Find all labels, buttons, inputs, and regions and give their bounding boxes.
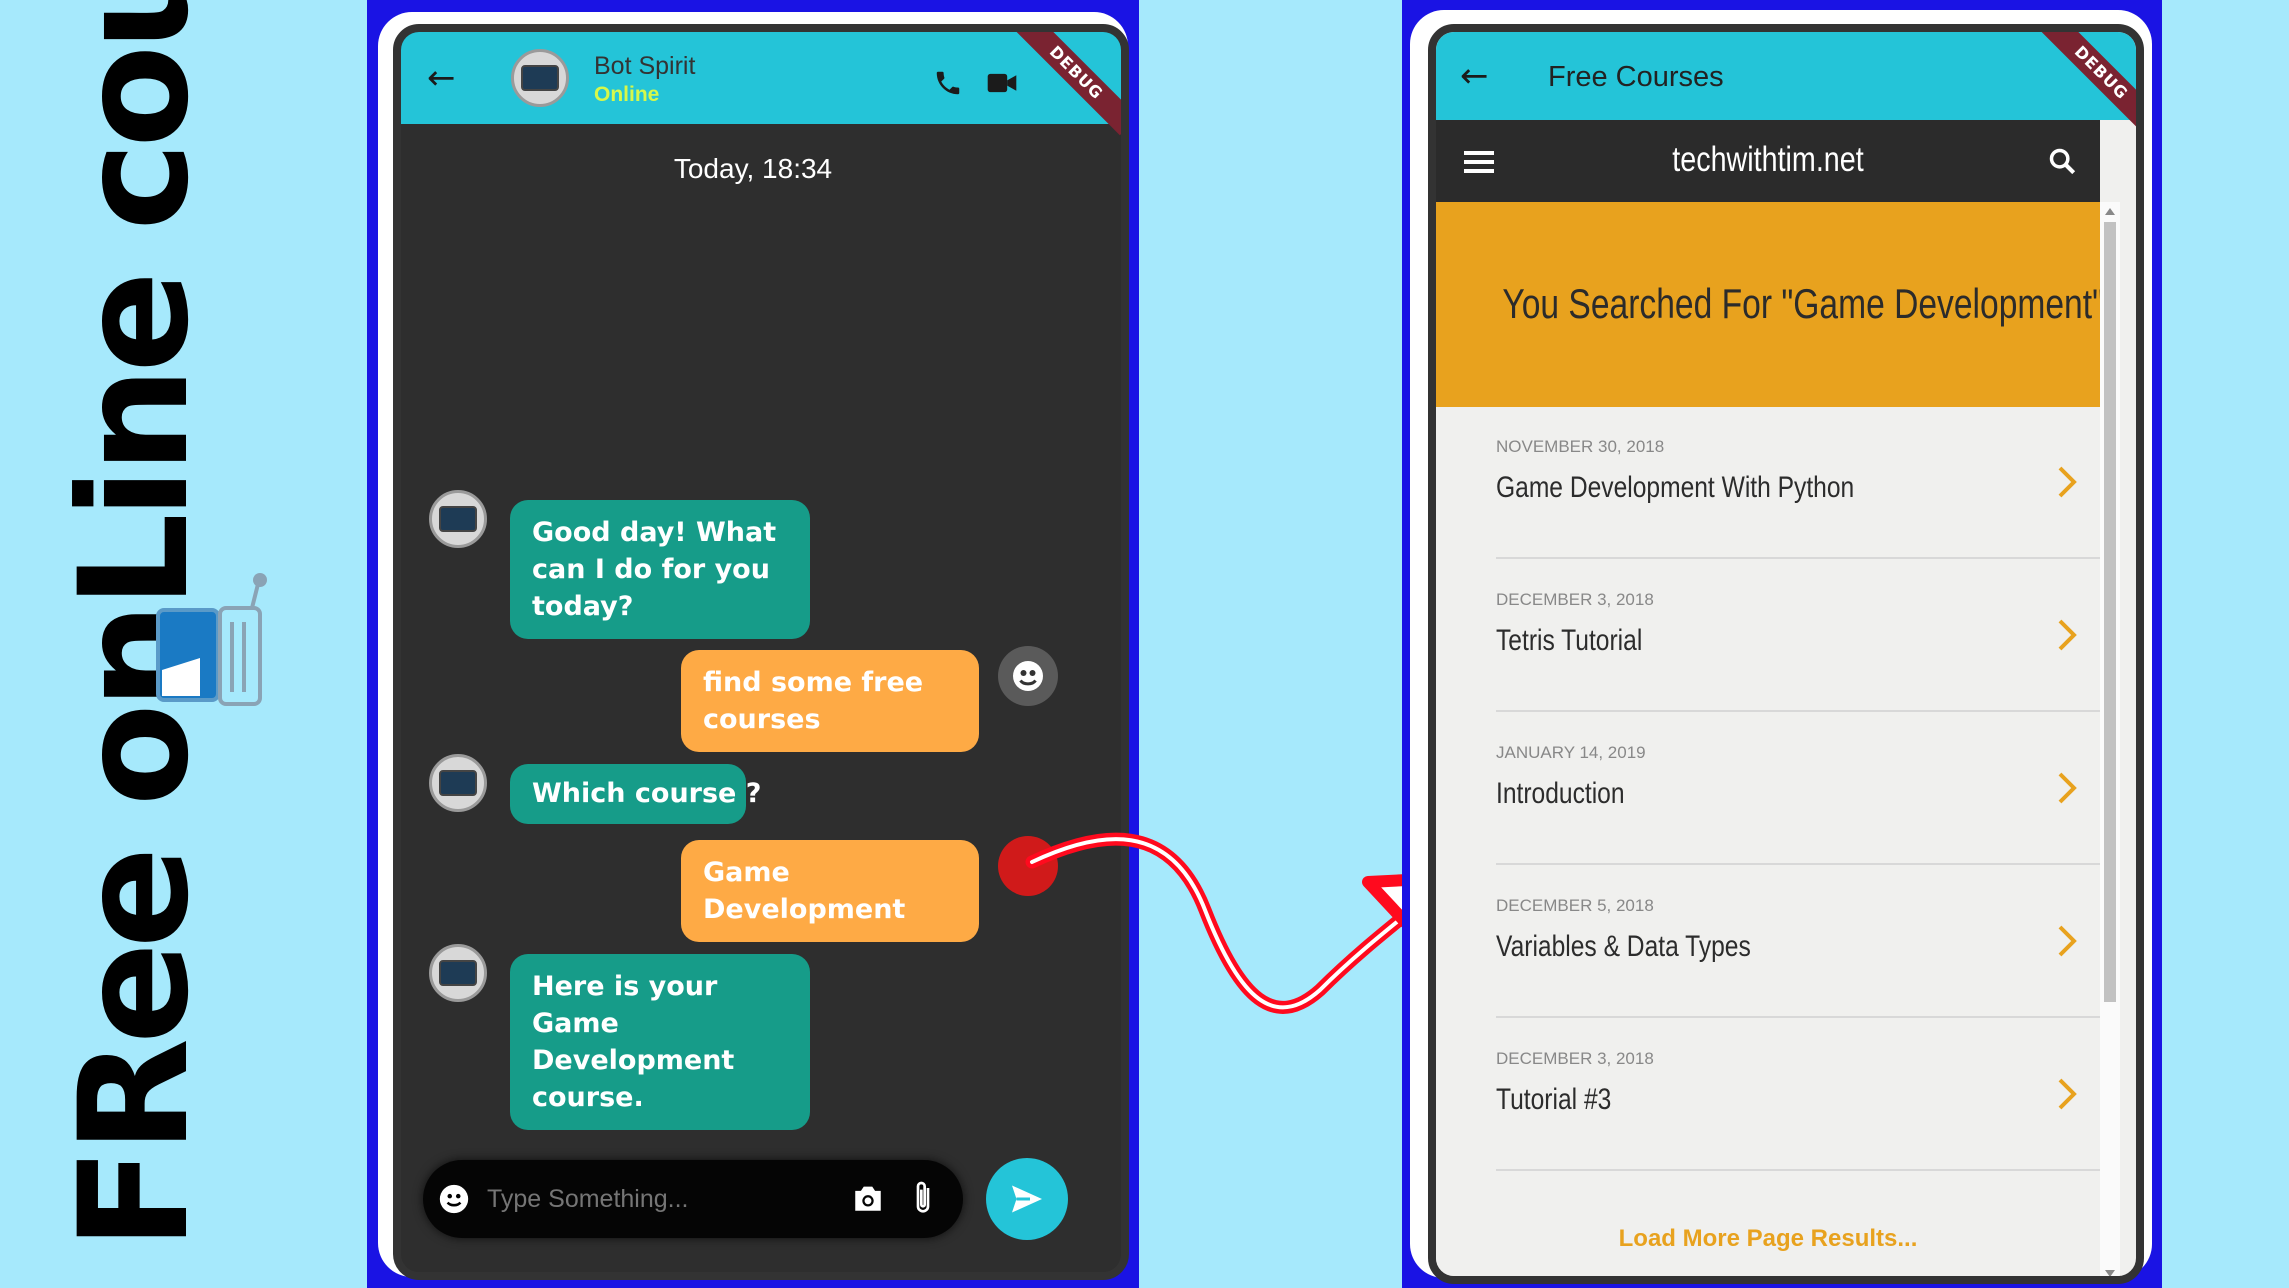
phone-call-icon[interactable]	[933, 68, 963, 98]
user-face-icon	[1013, 661, 1043, 691]
send-button[interactable]	[986, 1158, 1068, 1240]
result-title: Tutorial #3	[1496, 1083, 1612, 1116]
result-date: DECEMBER 5, 2018	[1496, 896, 1654, 915]
result-item[interactable]: JANUARY 14, 2019 Introduction	[1496, 713, 2100, 865]
result-date: DECEMBER 3, 2018	[1496, 1049, 1654, 1068]
bot-avatar	[429, 944, 487, 1002]
result-date: NOVEMBER 30, 2018	[1496, 437, 1665, 456]
result-title: Game Development With Python	[1496, 471, 1855, 504]
attachment-icon[interactable]	[911, 1178, 935, 1218]
chat-screen: ← Bot Spirit Online DEBUG Today, 18:34 G…	[393, 24, 1129, 1280]
chat-app-bar: ← Bot Spirit Online DEBUG	[401, 32, 1121, 136]
result-item[interactable]: DECEMBER 3, 2018 Tetris Tutorial	[1496, 560, 2100, 712]
hamburger-menu-icon[interactable]	[1464, 150, 1494, 174]
user-message: Game Development	[681, 840, 979, 942]
debug-banner: DEBUG	[1013, 32, 1121, 136]
site-navbar: techwithtim.net	[1436, 120, 2100, 202]
scrollbar-thumb[interactable]	[2104, 222, 2116, 1002]
results-list: NOVEMBER 30, 2018 Game Development With …	[1436, 407, 2100, 1276]
result-item[interactable]: DECEMBER 5, 2018 Variables & Data Types	[1496, 866, 2100, 1018]
result-title: Introduction	[1496, 777, 1625, 810]
message-input[interactable]	[485, 1178, 819, 1220]
connector-arrow	[1025, 832, 1454, 1014]
bot-avatar	[511, 49, 569, 107]
contact-name: Bot Spirit	[594, 52, 696, 80]
scroll-up-icon[interactable]	[2105, 208, 2115, 215]
user-avatar	[998, 646, 1058, 706]
site-name[interactable]: techwithtim.net	[1496, 140, 2040, 180]
bot-message: Which course ?	[510, 764, 761, 824]
result-title: Variables & Data Types	[1496, 930, 1751, 963]
debug-banner: DEBUG	[2038, 32, 2136, 136]
load-more-link[interactable]: Load More Page Results...	[1436, 1225, 2100, 1253]
browser-app-bar: ← Free Courses DEBUG	[1436, 32, 2136, 136]
message-input-bar	[423, 1160, 963, 1238]
search-banner: You Searched For "Game Development":	[1436, 202, 2114, 407]
chevron-right-icon	[2058, 1078, 2077, 1110]
bot-message: Here is your Game Development course.	[510, 954, 810, 1130]
search-heading: You Searched For "Game Development":	[1502, 280, 2114, 327]
back-arrow-icon[interactable]: ←	[427, 58, 456, 98]
bot-message: Good day! What can I do for you today?	[510, 500, 810, 639]
bot-avatar	[429, 490, 487, 548]
user-message: find some free courses	[681, 650, 979, 752]
emoji-icon[interactable]	[437, 1182, 471, 1216]
video-call-icon[interactable]	[986, 70, 1018, 96]
chevron-right-icon	[2058, 619, 2077, 651]
search-icon[interactable]	[2048, 147, 2076, 175]
send-icon	[1012, 1185, 1042, 1213]
robot-logo-icon	[156, 573, 267, 706]
chevron-right-icon	[2058, 466, 2077, 498]
back-arrow-icon[interactable]: ←	[1460, 56, 1489, 96]
result-date: JANUARY 14, 2019	[1496, 743, 1646, 762]
chevron-right-icon	[2058, 925, 2077, 957]
contact-status: Online	[594, 83, 660, 106]
appbar-title: Free Courses	[1548, 61, 1724, 93]
result-title: Tetris Tutorial	[1496, 624, 1643, 657]
camera-icon[interactable]	[851, 1182, 885, 1214]
date-header: Today, 18:34	[673, 153, 833, 184]
chevron-right-icon	[2058, 772, 2077, 804]
result-item[interactable]: NOVEMBER 30, 2018 Game Development With …	[1496, 407, 2100, 559]
browser-screen: ← Free Courses DEBUG techwithtim.net You…	[1428, 24, 2144, 1284]
bot-avatar	[429, 754, 487, 812]
result-item[interactable]: DECEMBER 3, 2018 Tutorial #3	[1496, 1019, 2100, 1171]
scroll-down-icon[interactable]	[2105, 1270, 2115, 1276]
result-date: DECEMBER 3, 2018	[1496, 590, 1654, 609]
page-scrollbar[interactable]	[2100, 202, 2120, 1276]
